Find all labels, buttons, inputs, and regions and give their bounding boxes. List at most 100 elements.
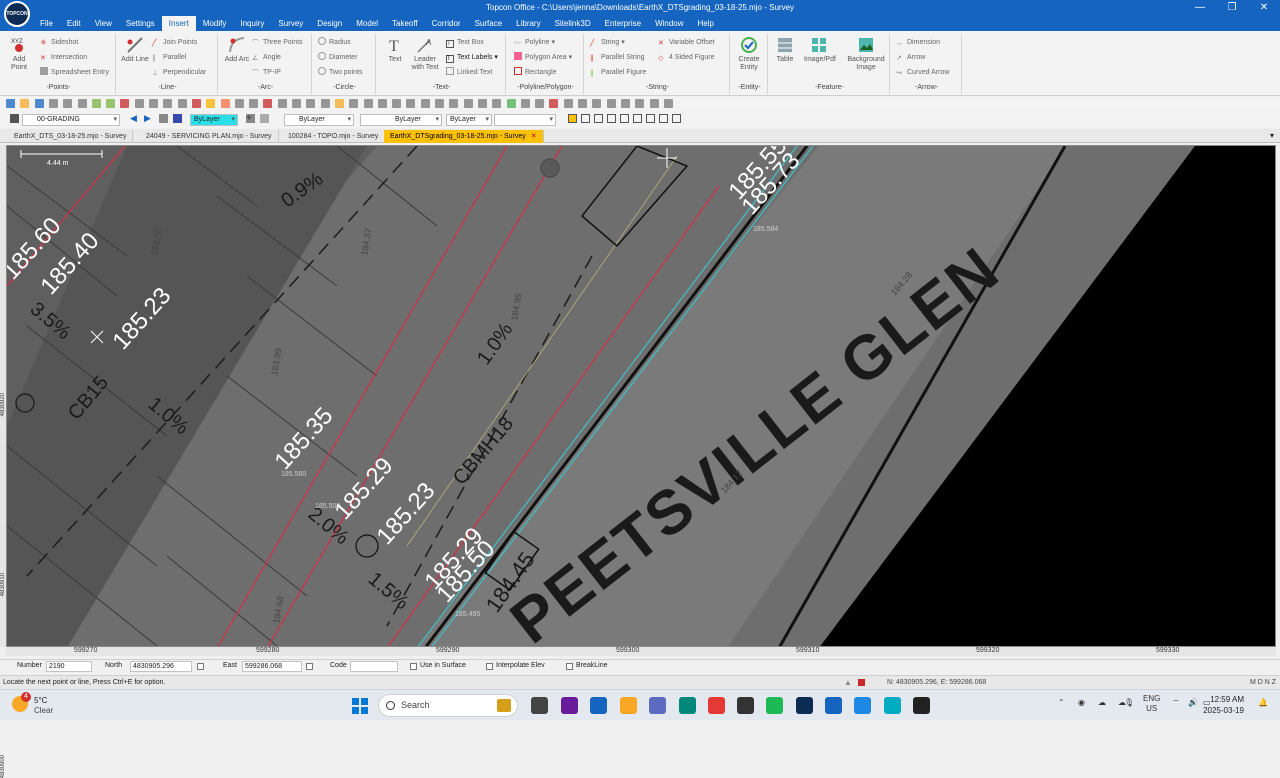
toolbar-tool-icon[interactable] (578, 99, 587, 108)
toolbar-tool-icon[interactable] (234, 99, 244, 108)
menu-help[interactable]: Help (691, 16, 721, 31)
toolbar-tool-icon[interactable] (449, 99, 459, 108)
taskbar-search[interactable]: Search (378, 694, 518, 717)
four-sided-figure-button[interactable]: ◇ 4 Sided Figure (658, 52, 715, 64)
toolbar-tool-icon[interactable] (549, 99, 559, 108)
edge-icon[interactable] (679, 697, 696, 714)
dell-icon[interactable] (737, 697, 754, 714)
forward-icon[interactable]: ▶ (144, 114, 153, 123)
background-image-button[interactable]: Background Image (844, 36, 888, 72)
east-lock-checkbox[interactable] (306, 663, 313, 670)
teams-icon[interactable] (649, 697, 666, 714)
clock[interactable]: 12:59 AM 2025-03-19 (1203, 694, 1244, 716)
minimize-button[interactable]: — (1184, 0, 1216, 16)
menu-takeoff[interactable]: Takeoff (385, 16, 425, 31)
mic-tray-icon[interactable]: 🎙 (1124, 698, 1134, 707)
lineweight-select[interactable]: ByLayer (360, 114, 442, 126)
add-icon[interactable]: + (246, 114, 255, 124)
toolbar-tool-icon[interactable] (334, 99, 344, 108)
notifications-icon[interactable]: 🔔 (1258, 698, 1268, 707)
snap-mode-icon[interactable] (672, 114, 681, 123)
toolbar-tool-icon[interactable] (48, 99, 58, 108)
tray-chevron-icon[interactable]: ⌃ (1058, 698, 1065, 707)
add-point-button[interactable]: XYZ Add Point (4, 36, 34, 72)
number-field[interactable]: 2190 (46, 661, 92, 672)
create-entity-button[interactable]: Create Entity (734, 36, 764, 72)
wifi-icon[interactable]: ⌔ (1172, 698, 1180, 708)
menu-enterprise[interactable]: Enterprise (598, 16, 648, 31)
snap-mode-icon[interactable] (659, 114, 668, 123)
radius-button[interactable]: Radius (318, 37, 351, 49)
toolbar-tool-icon[interactable] (63, 99, 73, 108)
menu-modify[interactable]: Modify (196, 16, 234, 31)
north-lock-checkbox[interactable] (197, 663, 204, 670)
restore-button[interactable]: ❐ (1216, 0, 1248, 16)
east-field[interactable]: 599286.068 (242, 661, 302, 672)
leader-with-text-button[interactable]: A Leader with Text (410, 36, 440, 72)
arrow-button[interactable]: ↗ Arrow (896, 52, 925, 64)
variable-offset-button[interactable]: ✕ Variable Offset (658, 37, 715, 49)
intersection-button[interactable]: ✕ Intersection (40, 52, 87, 64)
menu-model[interactable]: Model (349, 16, 385, 31)
toolbar-tool-icon[interactable] (106, 99, 116, 108)
use-in-surface-checkbox[interactable] (410, 663, 417, 670)
snap-mode-icon[interactable] (620, 114, 629, 123)
drawing-canvas[interactable]: 4.44 m PEETSVILLE GLEN 185.60 185.40 185… (6, 145, 1276, 647)
toolbar-tool-icon[interactable] (506, 99, 516, 108)
menu-window[interactable]: Window (648, 16, 690, 31)
three-points-button[interactable]: ⌒ Three Points (252, 37, 303, 49)
toolbar-tool-icon[interactable] (420, 99, 430, 108)
doc-tab[interactable]: 24049 - SERVICING PLAN.mjo - Survey (140, 130, 279, 143)
menu-edit[interactable]: Edit (60, 16, 88, 31)
image-pdf-button[interactable]: Image/Pdf (804, 36, 836, 64)
taskview-icon[interactable] (531, 697, 548, 714)
menu-survey[interactable]: Survey (271, 16, 310, 31)
snap-mode-icon[interactable] (581, 114, 590, 123)
close-tab-icon[interactable]: ✕ (531, 133, 537, 140)
linetype-select[interactable]: ByLayer (284, 114, 354, 126)
cloud-tray-icon[interactable]: ☁ (1098, 698, 1106, 707)
app-logo[interactable]: TOPCON (4, 1, 30, 27)
two-points-button[interactable]: Two points (318, 67, 362, 79)
menu-design[interactable]: Design (310, 16, 349, 31)
menu-corridor[interactable]: Corridor (425, 16, 468, 31)
survey-app-icon[interactable] (854, 697, 871, 714)
github-icon[interactable] (913, 697, 930, 714)
polyline-button[interactable]: 〰 Polyline ▾ (514, 37, 555, 49)
toolbar-tool-icon[interactable] (363, 99, 373, 108)
toolbar-tool-icon[interactable] (349, 99, 359, 108)
toolbar-tool-icon[interactable] (220, 99, 230, 108)
toolbar-tool-icon[interactable] (592, 99, 602, 108)
toolbar-tool-icon[interactable] (620, 99, 630, 108)
dimension-button[interactable]: ↔ Dimension (896, 37, 940, 49)
toolbar-tool-icon[interactable] (492, 99, 502, 108)
toolbar-tool-icon[interactable] (249, 99, 259, 108)
add-arc-button[interactable]: Add Arc (222, 36, 252, 64)
extra-select[interactable] (494, 114, 556, 126)
code-field[interactable] (350, 661, 398, 672)
linetype-dropdown-icon[interactable] (260, 114, 269, 123)
text-button[interactable]: T Text (380, 36, 410, 64)
toolbar-tool-icon[interactable] (191, 99, 201, 108)
outlook-icon[interactable] (825, 697, 842, 714)
toolbar-tool-icon[interactable] (463, 99, 473, 108)
style-select[interactable]: ByLayer (446, 114, 492, 126)
record-icon[interactable] (858, 679, 865, 686)
table-button[interactable]: Table (770, 36, 800, 64)
drawing-svg[interactable]: 4.44 m PEETSVILLE GLEN 185.60 185.40 185… (7, 146, 1276, 647)
sideshot-button[interactable]: ✳ Sideshot (40, 37, 78, 49)
menu-inquiry[interactable]: Inquiry (233, 16, 271, 31)
pan-icon[interactable] (159, 114, 168, 123)
curved-arrow-button[interactable]: ↪ Curved Arrow (896, 67, 949, 79)
toolbar-tool-icon[interactable] (606, 99, 616, 108)
tp-ip-button[interactable]: ⌒ TP-IP (252, 67, 281, 79)
menu-file[interactable]: File (33, 16, 60, 31)
doc-tab[interactable]: EarthX_DTS_03-18-25.mjo - Survey (8, 130, 134, 143)
files-icon[interactable] (620, 697, 637, 714)
back-icon[interactable]: ◀ (130, 114, 139, 123)
explorer-icon[interactable] (561, 697, 578, 714)
linked-text-button[interactable]: Linked Text (446, 67, 492, 79)
toolbar-tool-icon[interactable] (6, 99, 15, 108)
tabs-dropdown-icon[interactable]: ▾ (1270, 131, 1274, 140)
toolbar-tool-icon[interactable] (263, 99, 273, 108)
